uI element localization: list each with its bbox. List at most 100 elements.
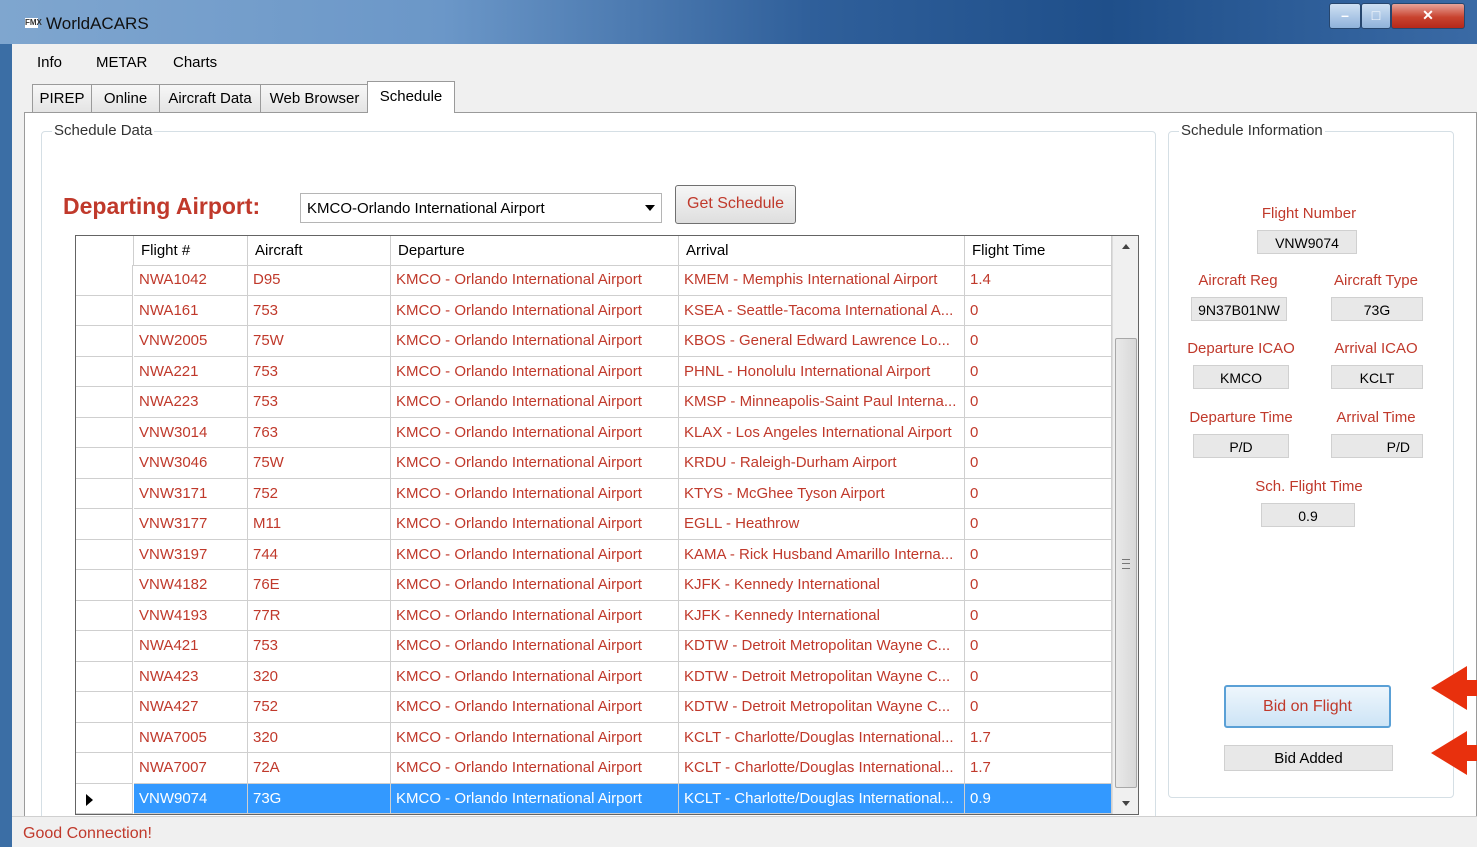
tab-aircraft-data[interactable]: Aircraft Data xyxy=(159,84,261,112)
row-header[interactable] xyxy=(76,783,133,814)
cell-aircraft[interactable]: 320 xyxy=(248,661,391,692)
cell-flight-time[interactable]: 0 xyxy=(965,631,1112,662)
table-row[interactable]: NWA7005 320 KMCO - Orlando International A… xyxy=(76,722,1112,753)
cell-aircraft[interactable]: 753 xyxy=(248,387,391,418)
table-row[interactable]: NWA221 753 KMCO - Orlando International Ai… xyxy=(76,356,1112,387)
row-header[interactable] xyxy=(76,753,133,784)
cell-arrival[interactable]: PHNL - Honolulu International Airport xyxy=(679,356,965,387)
row-header[interactable] xyxy=(76,387,133,418)
table-row[interactable]: NWA7007 72A KMCO - Orlando International A… xyxy=(76,753,1112,784)
cell-departure[interactable]: KMCO - Orlando International Airport xyxy=(391,600,679,631)
cell-flight-number[interactable]: VNW3197 xyxy=(134,539,248,570)
cell-departure[interactable]: KMCO - Orlando International Airport xyxy=(391,295,679,326)
cell-arrival[interactable]: KMEM - Memphis International Airport xyxy=(679,265,965,296)
table-row[interactable]: VNW4182 76E KMCO - Orlando International A… xyxy=(76,570,1112,601)
cell-flight-number[interactable]: NWA7007 xyxy=(134,753,248,784)
col-flight-time[interactable]: Flight Time xyxy=(965,236,1112,265)
cell-flight-time[interactable]: 0 xyxy=(965,600,1112,631)
tab-schedule[interactable]: Schedule xyxy=(367,81,455,113)
table-row[interactable]: VNW9074 73G KMCO - Orlando International A… xyxy=(76,783,1112,814)
cell-arrival[interactable]: KCLT - Charlotte/Douglas International..… xyxy=(679,753,965,784)
menu-metar[interactable]: METAR xyxy=(96,54,147,71)
cell-flight-number[interactable]: NWA427 xyxy=(134,692,248,723)
cell-flight-time[interactable]: 1.7 xyxy=(965,722,1112,753)
cell-flight-number[interactable]: VNW3171 xyxy=(134,478,248,509)
cell-aircraft[interactable]: M11 xyxy=(248,509,391,540)
cell-departure[interactable]: KMCO - Orlando International Airport xyxy=(391,753,679,784)
col-arrival[interactable]: Arrival xyxy=(679,236,965,265)
cell-flight-number[interactable]: NWA223 xyxy=(134,387,248,418)
row-header[interactable] xyxy=(76,509,133,540)
row-header[interactable] xyxy=(76,448,133,479)
cell-flight-time[interactable]: 0 xyxy=(965,692,1112,723)
cell-arrival[interactable]: KCLT - Charlotte/Douglas International..… xyxy=(679,783,965,814)
table-row[interactable]: NWA1042 D95 KMCO - Orlando International A… xyxy=(76,265,1112,296)
grid-scrollbar[interactable] xyxy=(1112,236,1138,814)
cell-aircraft[interactable]: 752 xyxy=(248,478,391,509)
row-header[interactable] xyxy=(76,265,133,296)
cell-aircraft[interactable]: 75W xyxy=(248,326,391,357)
cell-departure[interactable]: KMCO - Orlando International Airport xyxy=(391,448,679,479)
bid-on-flight-button[interactable]: Bid on Flight xyxy=(1224,685,1391,728)
row-header[interactable] xyxy=(76,692,133,723)
cell-departure[interactable]: KMCO - Orlando International Airport xyxy=(391,387,679,418)
cell-departure[interactable]: KMCO - Orlando International Airport xyxy=(391,631,679,662)
row-header[interactable] xyxy=(76,417,133,448)
table-row[interactable]: VNW2005 75W KMCO - Orlando International A… xyxy=(76,326,1112,357)
table-row[interactable]: VNW3171 752 KMCO - Orlando International A… xyxy=(76,478,1112,509)
departing-airport-select[interactable]: KMCO-Orlando International Airport xyxy=(300,193,662,223)
cell-flight-number[interactable]: VNW4193 xyxy=(134,600,248,631)
scroll-up-icon[interactable] xyxy=(1113,236,1138,258)
row-header[interactable] xyxy=(76,326,133,357)
close-button[interactable]: ✕ xyxy=(1391,3,1465,29)
cell-departure[interactable]: KMCO - Orlando International Airport xyxy=(391,783,679,814)
cell-flight-number[interactable]: NWA421 xyxy=(134,631,248,662)
cell-flight-time[interactable]: 0 xyxy=(965,295,1112,326)
cell-departure[interactable]: KMCO - Orlando International Airport xyxy=(391,539,679,570)
cell-flight-time[interactable]: 0 xyxy=(965,539,1112,570)
cell-arrival[interactable]: KBOS - General Edward Lawrence Lo... xyxy=(679,326,965,357)
cell-arrival[interactable]: KMSP - Minneapolis-Saint Paul Interna... xyxy=(679,387,965,418)
cell-aircraft[interactable]: 763 xyxy=(248,417,391,448)
cell-arrival[interactable]: KAMA - Rick Husband Amarillo Interna... xyxy=(679,539,965,570)
cell-flight-number[interactable]: NWA161 xyxy=(134,295,248,326)
schedule-grid[interactable]: Flight # Aircraft Departure Arrival Flig… xyxy=(75,235,1139,815)
tab-pirep[interactable]: PIREP xyxy=(32,84,92,112)
row-header[interactable] xyxy=(76,600,133,631)
cell-flight-number[interactable]: VNW4182 xyxy=(134,570,248,601)
maximize-button[interactable]: □ xyxy=(1361,3,1391,29)
tab-online[interactable]: Online xyxy=(91,84,160,112)
cell-aircraft[interactable]: 753 xyxy=(248,356,391,387)
cell-arrival[interactable]: KSEA - Seattle-Tacoma International A... xyxy=(679,295,965,326)
cell-arrival[interactable]: KDTW - Detroit Metropolitan Wayne C... xyxy=(679,661,965,692)
row-header[interactable] xyxy=(76,356,133,387)
row-header[interactable] xyxy=(76,722,133,753)
cell-aircraft[interactable]: 75W xyxy=(248,448,391,479)
cell-arrival[interactable]: KCLT - Charlotte/Douglas International..… xyxy=(679,722,965,753)
cell-arrival[interactable]: KDTW - Detroit Metropolitan Wayne C... xyxy=(679,692,965,723)
cell-departure[interactable]: KMCO - Orlando International Airport xyxy=(391,661,679,692)
cell-departure[interactable]: KMCO - Orlando International Airport xyxy=(391,417,679,448)
table-row[interactable]: VNW3046 75W KMCO - Orlando International A… xyxy=(76,448,1112,479)
cell-flight-time[interactable]: 0 xyxy=(965,326,1112,357)
row-header[interactable] xyxy=(76,570,133,601)
table-row[interactable]: VNW4193 77R KMCO - Orlando International A… xyxy=(76,600,1112,631)
cell-departure[interactable]: KMCO - Orlando International Airport xyxy=(391,326,679,357)
minimize-button[interactable]: – xyxy=(1329,3,1361,29)
table-row[interactable]: VNW3014 763 KMCO - Orlando International A… xyxy=(76,417,1112,448)
cell-flight-number[interactable]: VNW3014 xyxy=(134,417,248,448)
cell-departure[interactable]: KMCO - Orlando International Airport xyxy=(391,692,679,723)
cell-flight-time[interactable]: 0 xyxy=(965,661,1112,692)
cell-flight-time[interactable]: 1.4 xyxy=(965,265,1112,296)
scroll-thumb[interactable] xyxy=(1115,338,1137,788)
col-departure[interactable]: Departure xyxy=(391,236,679,265)
cell-flight-time[interactable]: 0.9 xyxy=(965,783,1112,814)
table-row[interactable]: NWA423 320 KMCO - Orlando International Ai… xyxy=(76,661,1112,692)
cell-departure[interactable]: KMCO - Orlando International Airport xyxy=(391,722,679,753)
cell-flight-number[interactable]: VNW3177 xyxy=(134,509,248,540)
cell-arrival[interactable]: KTYS - McGhee Tyson Airport xyxy=(679,478,965,509)
menu-charts[interactable]: Charts xyxy=(173,54,217,71)
cell-flight-number[interactable]: VNW2005 xyxy=(134,326,248,357)
title-bar[interactable]: FMX WorldACARS – □ ✕ xyxy=(0,0,1477,44)
table-row[interactable]: NWA421 753 KMCO - Orlando International Ai… xyxy=(76,631,1112,662)
